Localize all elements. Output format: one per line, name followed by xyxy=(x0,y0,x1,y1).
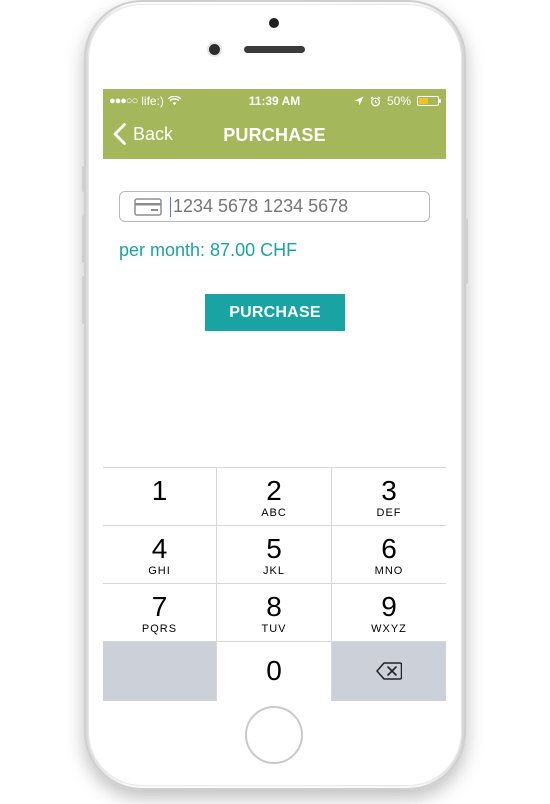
key-digit: 5 xyxy=(266,533,282,564)
key-letters: TUV xyxy=(261,623,287,635)
top-bar: ●●●○○ life:) 11:39 AM 50% Back PURCHASE xyxy=(103,89,446,159)
key-5[interactable]: 5 JKL xyxy=(217,526,332,584)
key-digit: 6 xyxy=(381,533,397,564)
key-7[interactable]: 7 PQRS xyxy=(103,584,217,642)
power-button xyxy=(464,218,468,284)
key-2[interactable]: 2 ABC xyxy=(217,468,332,526)
delete-key[interactable] xyxy=(332,642,446,701)
location-arrow-icon xyxy=(354,96,364,106)
key-4[interactable]: 4 GHI xyxy=(103,526,217,584)
numeric-keypad: 1 2 ABC 3 DEF 4 GHI 5 JKL 6 MNO 7 PQRS 8… xyxy=(103,467,446,701)
key-8[interactable]: 8 TUV xyxy=(217,584,332,642)
key-1[interactable]: 1 xyxy=(103,468,217,526)
key-3[interactable]: 3 DEF xyxy=(332,468,446,526)
key-digit: 7 xyxy=(151,591,168,622)
key-letters: ABC xyxy=(261,507,287,519)
battery-icon xyxy=(417,96,441,106)
key-digit: 4 xyxy=(151,533,168,564)
purchase-button[interactable]: PURCHASE xyxy=(205,294,345,331)
navigation-bar: Back PURCHASE xyxy=(103,113,446,159)
key-letters: MNO xyxy=(374,565,404,577)
key-blank xyxy=(103,642,217,701)
key-0[interactable]: 0 xyxy=(217,642,332,701)
volume-down-button xyxy=(82,276,86,324)
key-6[interactable]: 6 MNO xyxy=(332,526,446,584)
credit-card-icon xyxy=(134,197,162,216)
backspace-icon xyxy=(376,662,403,680)
key-digit: 9 xyxy=(381,591,397,622)
text-cursor xyxy=(170,196,171,217)
card-number-field[interactable] xyxy=(119,191,430,222)
key-digit: 1 xyxy=(151,475,168,506)
card-number-input[interactable] xyxy=(173,196,423,217)
key-digit: 3 xyxy=(381,475,397,506)
screen: ●●●○○ life:) 11:39 AM 50% Back PURCHASE … xyxy=(103,89,446,701)
front-camera xyxy=(209,44,220,55)
key-digit: 0 xyxy=(266,655,282,686)
home-button[interactable] xyxy=(245,706,303,764)
volume-up-button xyxy=(82,215,86,263)
status-right: 50% xyxy=(354,94,441,108)
key-digit: 8 xyxy=(266,591,282,622)
battery-level-fill xyxy=(419,98,428,104)
key-letters: DEF xyxy=(376,507,402,519)
monthly-price-label: per month: 87.00 CHF xyxy=(119,240,298,260)
status-bar: ●●●○○ life:) 11:39 AM 50% xyxy=(103,89,446,113)
key-letters: PQRS xyxy=(141,623,178,635)
key-letters: JKL xyxy=(263,565,285,577)
key-letters: WXYZ xyxy=(371,623,407,635)
key-digit: 2 xyxy=(266,475,282,506)
key-letters: GHI xyxy=(148,565,171,577)
mute-switch xyxy=(82,166,86,192)
key-9[interactable]: 9 WXYZ xyxy=(332,584,446,642)
proximity-sensor xyxy=(269,18,279,28)
battery-percentage: 50% xyxy=(386,94,411,108)
earpiece-speaker xyxy=(244,46,305,53)
page-title: PURCHASE xyxy=(223,125,326,145)
alarm-clock-icon xyxy=(370,95,381,106)
